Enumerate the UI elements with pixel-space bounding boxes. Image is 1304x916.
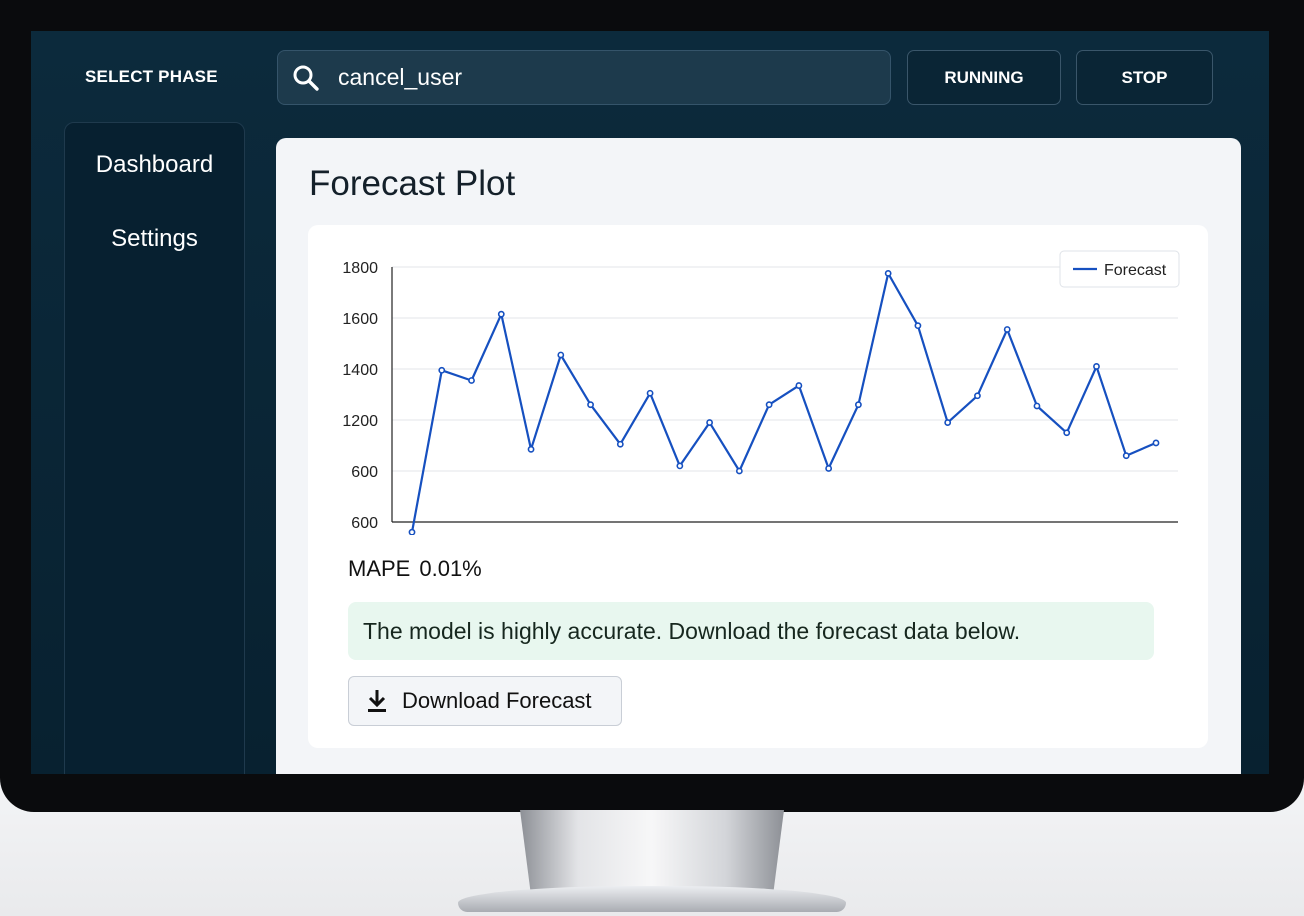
stop-button[interactable]: STOP <box>1076 50 1213 105</box>
sidebar: Dashboard Settings <box>64 122 245 774</box>
search-input[interactable] <box>336 63 890 92</box>
forecast-point <box>557 351 565 359</box>
page-title: Forecast Plot <box>309 164 516 203</box>
forecast-point <box>855 401 862 409</box>
y-tick-label: 1200 <box>342 413 378 430</box>
forecast-point <box>468 377 475 384</box>
download-icon <box>366 688 388 714</box>
mape-value: 0.01% <box>419 556 482 581</box>
y-tick-label: 1600 <box>342 311 378 328</box>
download-forecast-button[interactable]: Download Forecast <box>348 676 622 726</box>
app-screen: SELECT PHASE RUNNING STOP Dashboard Sett… <box>31 31 1269 774</box>
forecast-point <box>616 440 624 448</box>
download-forecast-label: Download Forecast <box>402 688 592 713</box>
y-tick-label: 1800 <box>342 260 378 277</box>
forecast-point <box>1063 429 1071 437</box>
monitor-stand <box>520 810 784 892</box>
search-icon <box>292 62 324 94</box>
forecast-point <box>408 528 416 535</box>
forecast-series-line <box>410 272 1157 533</box>
forecast-point <box>497 310 505 318</box>
y-tick-label: 600 <box>351 515 378 532</box>
forecast-point <box>1003 326 1011 333</box>
forecast-point <box>676 462 684 470</box>
forecast-point <box>1152 439 1160 447</box>
search-bar[interactable] <box>277 50 891 105</box>
success-message: The model is highly accurate. Download t… <box>348 602 1154 660</box>
y-tick-label: 1400 <box>342 362 378 379</box>
y-tick-label: 600 <box>351 464 378 481</box>
sidebar-item-dashboard[interactable]: Dashboard <box>65 151 244 179</box>
forecast-point <box>438 366 446 374</box>
main-panel: Forecast Plot 600 600 1200 1400 1600 1800 For… <box>276 138 1241 774</box>
forecast-point <box>1033 402 1041 410</box>
forecast-point <box>765 401 773 409</box>
forecast-point <box>706 419 713 426</box>
legend-label: Forecast <box>1104 262 1167 279</box>
forecast-point <box>884 269 892 277</box>
forecast-point <box>1122 452 1130 460</box>
select-phase-label: SELECT PHASE <box>85 67 218 86</box>
forecast-chart: 600 600 1200 1400 1600 1800 Forecast <box>342 250 1180 535</box>
forecast-point <box>795 382 803 389</box>
forecast-point <box>1093 363 1100 370</box>
forecast-point <box>587 401 594 409</box>
forecast-point <box>735 467 743 475</box>
running-button[interactable]: RUNNING <box>907 50 1061 105</box>
mape-metric: MAPE 0.01% <box>348 556 482 582</box>
forecast-point <box>914 322 922 330</box>
monitor-stand-base <box>458 886 846 912</box>
sidebar-item-settings[interactable]: Settings <box>65 225 244 253</box>
forecast-point <box>646 389 654 397</box>
mape-label: MAPE <box>348 556 411 581</box>
forecast-point <box>974 392 981 400</box>
forecast-card: 600 600 1200 1400 1600 1800 Forecast MAPE 0.01… <box>308 225 1208 748</box>
forecast-point <box>527 445 535 453</box>
forecast-point <box>825 465 833 472</box>
forecast-point <box>944 419 952 426</box>
